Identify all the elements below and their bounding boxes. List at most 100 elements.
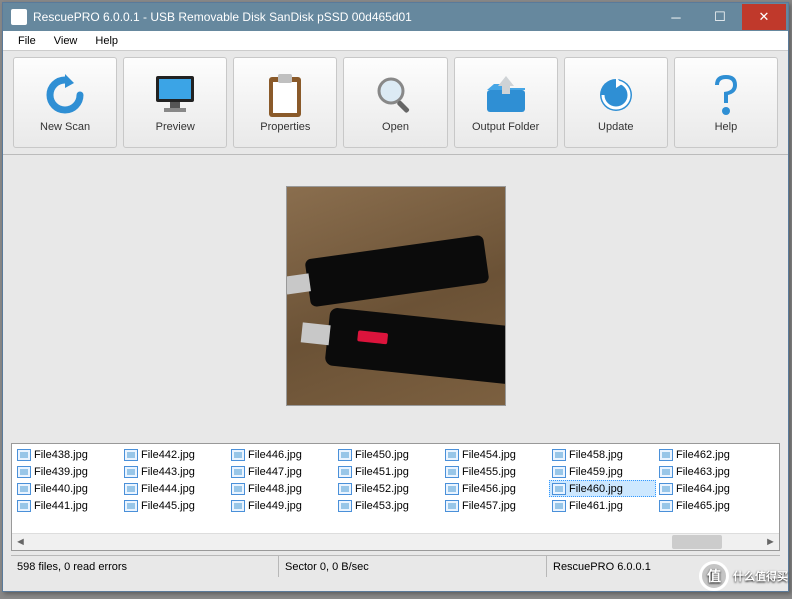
- update-label: Update: [598, 121, 633, 133]
- outputfolder-button[interactable]: Output Folder: [454, 57, 558, 148]
- maximize-button[interactable]: ☐: [698, 4, 742, 30]
- image-file-icon: [124, 449, 138, 461]
- scroll-left-icon[interactable]: ◄: [12, 534, 29, 551]
- menu-view[interactable]: View: [45, 33, 87, 49]
- file-name: File462.jpg: [676, 449, 730, 461]
- image-file-icon: [124, 500, 138, 512]
- list-item[interactable]: File450.jpg: [335, 446, 442, 463]
- image-file-icon: [231, 449, 245, 461]
- list-item[interactable]: File454.jpg: [442, 446, 549, 463]
- open-label: Open: [382, 121, 409, 133]
- list-item[interactable]: File447.jpg: [228, 463, 335, 480]
- file-name: File445.jpg: [141, 500, 195, 512]
- preview-area: [3, 155, 788, 437]
- status-bar: 598 files, 0 read errors Sector 0, 0 B/s…: [11, 555, 780, 577]
- usb-drive-graphic: [324, 307, 506, 385]
- image-file-icon: [552, 466, 566, 478]
- file-name: File439.jpg: [34, 466, 88, 478]
- file-name: File454.jpg: [462, 449, 516, 461]
- list-item[interactable]: File464.jpg: [656, 480, 763, 497]
- monitor-icon: [153, 73, 197, 117]
- list-item[interactable]: File465.jpg: [656, 497, 763, 514]
- file-name: File447.jpg: [248, 466, 302, 478]
- update-button[interactable]: Update: [564, 57, 668, 148]
- menu-help[interactable]: Help: [86, 33, 127, 49]
- list-item[interactable]: File455.jpg: [442, 463, 549, 480]
- file-name: File448.jpg: [248, 483, 302, 495]
- usb-drive-graphic: [304, 235, 489, 308]
- file-name: File449.jpg: [248, 500, 302, 512]
- image-file-icon: [124, 483, 138, 495]
- menubar: File View Help: [3, 31, 788, 51]
- image-file-icon: [659, 466, 673, 478]
- file-name: File458.jpg: [569, 449, 623, 461]
- file-name: File461.jpg: [569, 500, 623, 512]
- file-name: File446.jpg: [248, 449, 302, 461]
- list-item[interactable]: File443.jpg: [121, 463, 228, 480]
- list-item[interactable]: File459.jpg: [549, 463, 656, 480]
- list-item[interactable]: File444.jpg: [121, 480, 228, 497]
- image-file-icon: [445, 483, 459, 495]
- file-name: File453.jpg: [355, 500, 409, 512]
- preview-image: [286, 186, 506, 406]
- list-item[interactable]: File446.jpg: [228, 446, 335, 463]
- file-name: File465.jpg: [676, 500, 730, 512]
- toolbar: New Scan Preview Properties Open Output …: [3, 51, 788, 155]
- list-item[interactable]: File461.jpg: [549, 497, 656, 514]
- scroll-track[interactable]: [29, 534, 762, 551]
- list-item[interactable]: File457.jpg: [442, 497, 549, 514]
- file-name: File452.jpg: [355, 483, 409, 495]
- list-item[interactable]: File453.jpg: [335, 497, 442, 514]
- list-item[interactable]: File445.jpg: [121, 497, 228, 514]
- image-file-icon: [338, 466, 352, 478]
- file-name: File450.jpg: [355, 449, 409, 461]
- preview-button[interactable]: Preview: [123, 57, 227, 148]
- list-item[interactable]: File458.jpg: [549, 446, 656, 463]
- newscan-button[interactable]: New Scan: [13, 57, 117, 148]
- list-item[interactable]: File456.jpg: [442, 480, 549, 497]
- list-item[interactable]: File441.jpg: [14, 497, 121, 514]
- minimize-button[interactable]: ─: [654, 4, 698, 30]
- file-name: File443.jpg: [141, 466, 195, 478]
- list-item[interactable]: File452.jpg: [335, 480, 442, 497]
- list-item[interactable]: File440.jpg: [14, 480, 121, 497]
- file-name: File460.jpg: [569, 483, 623, 495]
- properties-label: Properties: [260, 121, 310, 133]
- close-button[interactable]: ✕: [742, 4, 786, 30]
- image-file-icon: [17, 449, 31, 461]
- file-name: File455.jpg: [462, 466, 516, 478]
- file-name: File438.jpg: [34, 449, 88, 461]
- magnifier-icon: [373, 73, 417, 117]
- image-file-icon: [124, 466, 138, 478]
- list-item[interactable]: File442.jpg: [121, 446, 228, 463]
- list-item[interactable]: File451.jpg: [335, 463, 442, 480]
- image-file-icon: [552, 483, 566, 495]
- list-item[interactable]: File448.jpg: [228, 480, 335, 497]
- list-item[interactable]: File438.jpg: [14, 446, 121, 463]
- scroll-thumb[interactable]: [672, 535, 722, 549]
- properties-button[interactable]: Properties: [233, 57, 337, 148]
- titlebar: RescuePRO 6.0.0.1 - USB Removable Disk S…: [3, 3, 788, 31]
- image-file-icon: [338, 500, 352, 512]
- window-title: RescuePRO 6.0.0.1 - USB Removable Disk S…: [33, 10, 654, 24]
- image-file-icon: [659, 449, 673, 461]
- image-file-icon: [17, 500, 31, 512]
- preview-label: Preview: [156, 121, 195, 133]
- file-name: File441.jpg: [34, 500, 88, 512]
- file-list[interactable]: File438.jpg File439.jpg File440.jpg File441…: [11, 443, 780, 551]
- file-name: File459.jpg: [569, 466, 623, 478]
- menu-file[interactable]: File: [9, 33, 45, 49]
- status-files: 598 files, 0 read errors: [11, 556, 279, 577]
- list-item[interactable]: File439.jpg: [14, 463, 121, 480]
- list-item[interactable]: File462.jpg: [656, 446, 763, 463]
- help-button[interactable]: Help: [674, 57, 778, 148]
- image-file-icon: [231, 500, 245, 512]
- horizontal-scrollbar[interactable]: ◄ ►: [12, 533, 779, 550]
- scroll-right-icon[interactable]: ►: [762, 534, 779, 551]
- list-item[interactable]: File449.jpg: [228, 497, 335, 514]
- image-file-icon: [552, 449, 566, 461]
- file-name: File442.jpg: [141, 449, 195, 461]
- open-button[interactable]: Open: [343, 57, 447, 148]
- list-item[interactable]: File460.jpg: [549, 480, 656, 497]
- list-item[interactable]: File463.jpg: [656, 463, 763, 480]
